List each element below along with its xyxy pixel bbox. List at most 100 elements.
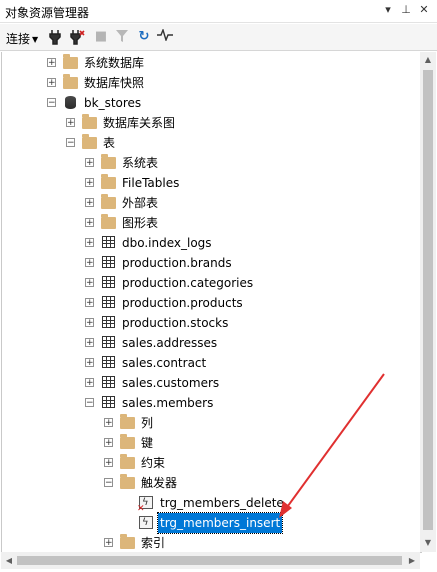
expand-icon[interactable]: + <box>85 318 94 328</box>
tree-node[interactable]: − 表 <box>2 133 421 153</box>
window-title: 对象资源管理器 <box>5 6 90 20</box>
expand-icon[interactable]: + <box>104 458 113 468</box>
tree-node[interactable]: + FileTables <box>2 173 421 193</box>
horizontal-scroll-thumb[interactable] <box>17 556 402 565</box>
tree-node[interactable]: + 系统表 <box>2 153 421 173</box>
folder-icon <box>63 74 78 90</box>
tree-node-label[interactable]: bk_stores <box>82 93 143 113</box>
connect-label: 连接 <box>6 32 31 46</box>
expand-icon[interactable]: + <box>47 78 56 88</box>
table-icon <box>101 276 116 290</box>
expand-icon[interactable]: + <box>66 118 75 128</box>
tree-node[interactable]: + 数据库关系图 <box>2 113 421 133</box>
tree-node-label[interactable]: dbo.index_logs <box>120 233 214 253</box>
tree-node-label[interactable]: 数据库关系图 <box>101 113 177 133</box>
vertical-scroll-thumb[interactable] <box>423 70 433 530</box>
tree-node[interactable]: − 触发器 <box>2 473 421 493</box>
expand-icon[interactable]: + <box>85 358 94 368</box>
tree-node[interactable]: + 数据库快照 <box>2 73 421 93</box>
tree-node-label[interactable]: 列 <box>139 413 155 433</box>
scroll-down-icon[interactable]: ▼ <box>420 538 436 547</box>
tree-node[interactable]: + production.categories <box>2 273 421 293</box>
tree-node-label[interactable]: 系统表 <box>120 153 160 173</box>
tree-node[interactable]: + 图形表 <box>2 213 421 233</box>
expand-icon[interactable]: + <box>47 58 56 68</box>
folder-icon <box>63 54 78 70</box>
tree-node[interactable]: + 约束 <box>2 453 421 473</box>
tree-node[interactable]: trg_members_delete <box>2 493 421 519</box>
tree-node[interactable]: + 列 <box>2 413 421 433</box>
tree-node-label[interactable]: 数据库快照 <box>82 73 146 93</box>
dropdown-arrow-icon[interactable]: ▾ <box>381 3 395 17</box>
tree-node-label[interactable]: production.brands <box>120 253 234 273</box>
expand-icon[interactable]: + <box>85 178 94 188</box>
tree-node-label[interactable]: 索引 <box>139 533 167 552</box>
tree-node-label[interactable]: production.categories <box>120 273 255 293</box>
collapse-icon[interactable]: − <box>66 138 75 148</box>
object-explorer-tree[interactable]: + 系统数据库 + 数据库快照 − bk_stores + 数据库关系图 − 表 + 系统表 + File… <box>1 52 422 553</box>
expand-icon[interactable]: + <box>104 538 113 548</box>
activity-monitor-icon[interactable] <box>157 27 173 45</box>
tree-node-label[interactable]: 表 <box>101 133 117 153</box>
scroll-up-icon[interactable]: ▲ <box>420 55 436 64</box>
filter-icon[interactable] <box>114 29 130 45</box>
tree-node[interactable]: − bk_stores <box>2 93 421 113</box>
tree-node-label[interactable]: 系统数据库 <box>82 53 146 73</box>
tree-node-label[interactable]: sales.contract <box>120 353 208 373</box>
expand-icon[interactable]: + <box>85 258 94 268</box>
tree-node[interactable]: + 系统数据库 <box>2 53 421 73</box>
tree-node[interactable]: + dbo.index_logs <box>2 233 421 253</box>
tree-node-label[interactable]: production.stocks <box>120 313 230 333</box>
tree-node-label[interactable]: sales.addresses <box>120 333 219 353</box>
tree-node[interactable]: + 外部表 <box>2 193 421 213</box>
connect-plug-icon[interactable] <box>47 29 63 45</box>
horizontal-scrollbar[interactable]: ◀ ▶ <box>1 552 420 569</box>
folder-icon <box>101 194 116 210</box>
tree-node-label[interactable]: 键 <box>139 433 155 453</box>
tree-node[interactable]: + 键 <box>2 433 421 453</box>
connect-button[interactable]: 连接 ▼ <box>6 30 38 47</box>
expand-icon[interactable]: + <box>104 418 113 428</box>
expand-icon[interactable]: + <box>85 298 94 308</box>
expand-icon[interactable]: + <box>85 378 94 388</box>
expand-icon[interactable]: + <box>104 438 113 448</box>
collapse-icon[interactable]: − <box>85 398 94 408</box>
tree-node[interactable]: + 索引 <box>2 533 421 552</box>
collapse-icon[interactable]: − <box>47 98 56 108</box>
stop-icon[interactable]: ■ <box>93 29 109 45</box>
tree-node[interactable]: + production.products <box>2 293 421 313</box>
expand-icon[interactable]: + <box>85 218 94 228</box>
tree-node-label[interactable]: FileTables <box>120 173 181 193</box>
chevron-down-icon[interactable]: ▼ <box>32 35 38 44</box>
tree-node-label[interactable]: 外部表 <box>120 193 160 213</box>
tree-node[interactable]: − sales.members <box>2 393 421 413</box>
expand-icon[interactable]: + <box>85 238 94 248</box>
tree-node-label[interactable]: sales.members <box>120 393 215 413</box>
tree-node[interactable]: + sales.addresses <box>2 333 421 353</box>
scroll-left-icon[interactable]: ◀ <box>1 556 17 565</box>
close-icon[interactable]: ✕ <box>417 3 431 17</box>
tree-node[interactable]: + sales.contract <box>2 353 421 373</box>
expand-icon[interactable]: + <box>85 158 94 168</box>
tree-node-label[interactable]: trg_members_delete <box>158 493 286 513</box>
expand-icon[interactable]: + <box>85 338 94 348</box>
tree-node-label[interactable]: trg_members_insert <box>156 512 284 534</box>
table-icon <box>101 316 116 330</box>
tree-node[interactable]: + production.stocks <box>2 313 421 333</box>
tree-node-label[interactable]: 约束 <box>139 453 167 473</box>
tree-node-label[interactable]: 触发器 <box>139 473 179 493</box>
scroll-right-icon[interactable]: ▶ <box>404 556 420 565</box>
tree-node-label[interactable]: 图形表 <box>120 213 160 233</box>
pin-icon[interactable]: ⊥ <box>399 3 413 17</box>
tree-node[interactable]: trg_members_insert <box>2 512 421 534</box>
tree-node[interactable]: + sales.customers <box>2 373 421 393</box>
refresh-icon[interactable]: ↻ <box>136 29 152 45</box>
collapse-icon[interactable]: − <box>104 478 113 488</box>
tree-node-label[interactable]: production.products <box>120 293 245 313</box>
tree-node[interactable]: + production.brands <box>2 253 421 273</box>
disconnect-plug-icon[interactable] <box>69 29 85 45</box>
expand-icon[interactable]: + <box>85 198 94 208</box>
expand-icon[interactable]: + <box>85 278 94 288</box>
vertical-scrollbar[interactable]: ▲ ▼ <box>420 52 436 552</box>
tree-node-label[interactable]: sales.customers <box>120 373 221 393</box>
